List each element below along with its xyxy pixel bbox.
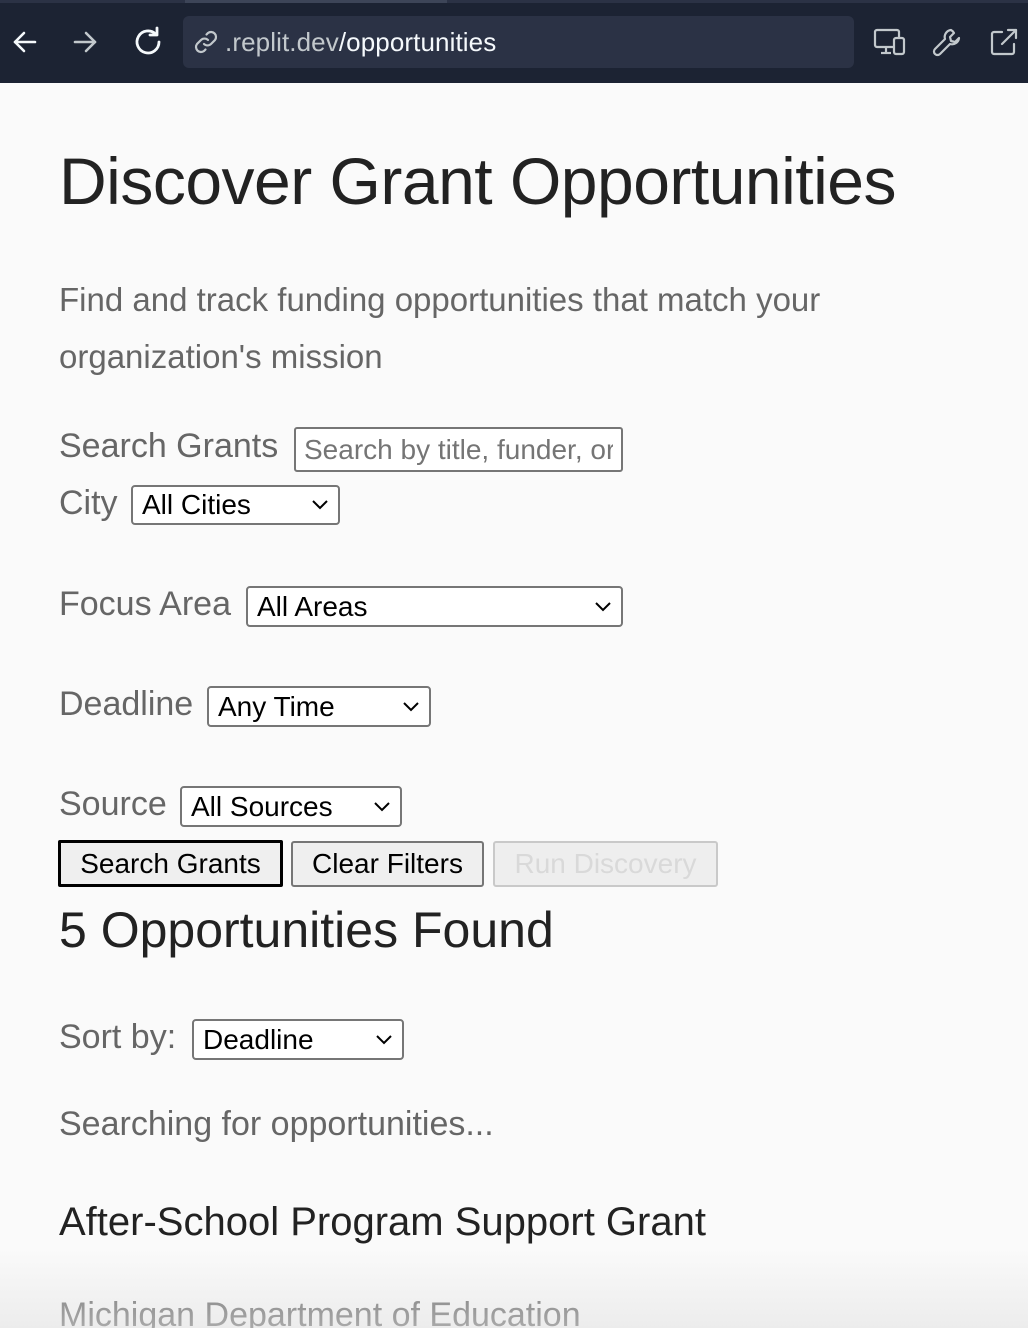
source-select[interactable]: All Sources (180, 786, 402, 827)
chevron-down-icon (402, 701, 420, 713)
reload-icon (135, 26, 161, 55)
arrow-right-icon (73, 31, 97, 53)
city-select-value: All Cities (142, 489, 251, 520)
deadline-select-value: Any Time (218, 690, 335, 722)
focus-area-select[interactable]: All Areas (246, 586, 623, 627)
external-link-icon (990, 28, 1018, 56)
deadline-select[interactable]: Any Time (207, 686, 431, 727)
sort-select-value: Deadline (203, 1023, 314, 1055)
city-select[interactable]: All Cities (131, 485, 340, 525)
arrow-left-icon (13, 31, 37, 53)
url-text: .replit.dev/opportunities (225, 27, 496, 58)
page-content: Discover Grant Opportunities Find and tr… (0, 83, 1028, 1328)
focus-area-select-value: All Areas (257, 590, 368, 622)
page-subtitle: Find and track funding opportunities tha… (59, 281, 821, 375)
run-discovery-button[interactable]: Run Discovery (493, 841, 718, 887)
url-domain: .replit.dev (225, 26, 339, 57)
source-select-value: All Sources (191, 790, 333, 822)
deadline-label: Deadline (59, 685, 194, 723)
url-path: /opportunities (338, 26, 497, 57)
search-label: Search Grants (59, 427, 279, 465)
search-input[interactable] (294, 427, 623, 472)
clear-filters-button[interactable]: Clear Filters (291, 841, 484, 887)
grant-funder: Michigan Department of Education (59, 1296, 581, 1328)
loading-status: Searching for opportunities... (59, 1105, 494, 1143)
forward-button[interactable] (65, 22, 105, 62)
chevron-down-icon (311, 499, 329, 511)
source-label: Source (59, 785, 167, 823)
chevron-down-icon (594, 601, 612, 613)
wrench-icon (932, 28, 961, 57)
search-grants-button[interactable]: Search Grants (58, 840, 283, 887)
link-icon (194, 30, 218, 54)
active-tab-indicator[interactable] (185, 0, 447, 3)
devices-button[interactable] (870, 22, 910, 62)
sort-select[interactable]: Deadline (192, 1019, 404, 1060)
browser-toolbar: .replit.dev/opportunities (0, 0, 1028, 83)
city-label: City (59, 484, 118, 522)
focus-area-label: Focus Area (59, 585, 231, 623)
tab-strip (0, 0, 1028, 3)
results-count-heading: 5 Opportunities Found (59, 902, 554, 958)
devices-icon (873, 28, 906, 56)
open-external-button[interactable] (984, 22, 1024, 62)
chevron-down-icon (375, 1034, 393, 1046)
back-button[interactable] (5, 22, 45, 62)
devtools-button[interactable] (927, 22, 967, 62)
chevron-down-icon (373, 801, 391, 813)
sort-label: Sort by: (59, 1018, 177, 1056)
address-bar[interactable]: .replit.dev/opportunities (183, 16, 854, 68)
grant-title[interactable]: After-School Program Support Grant (59, 1200, 706, 1245)
page-title: Discover Grant Opportunities (59, 144, 897, 218)
reload-button[interactable] (128, 22, 168, 62)
